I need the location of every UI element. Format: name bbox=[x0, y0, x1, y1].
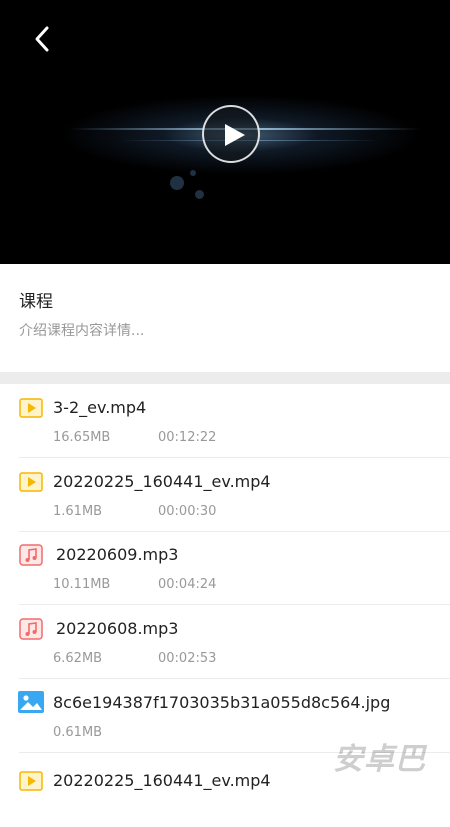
file-name: 20220225_160441_ev.mp4 bbox=[53, 771, 271, 790]
course-info bbox=[0, 264, 450, 372]
course-description: 介绍课程内容详情... bbox=[19, 323, 145, 339]
file-name: 20220608.mp3 bbox=[56, 619, 179, 638]
video-file-icon bbox=[19, 771, 43, 791]
video-file-icon bbox=[19, 398, 43, 418]
list-item[interactable]: 3-2_ev.mp4 16.65MB 00:12:22 bbox=[0, 384, 450, 458]
file-size: 0.61MB bbox=[53, 725, 103, 740]
list-item[interactable]: 20220225_160441_ev.mp4 1.61MB 00:00:30 bbox=[0, 458, 450, 532]
video-lens-dot bbox=[190, 170, 196, 176]
music-file-icon bbox=[19, 618, 43, 640]
list-item[interactable]: 20220609.mp3 10.11MB 00:04:24 bbox=[0, 531, 450, 605]
course-title: 课程 bbox=[19, 292, 53, 312]
play-icon bbox=[225, 124, 245, 146]
section-divider bbox=[0, 372, 450, 384]
chevron-left-icon bbox=[35, 26, 49, 52]
video-lens-dot bbox=[195, 190, 204, 199]
image-file-icon bbox=[18, 691, 44, 713]
file-name: 8c6e194387f1703035b31a055d8c564.jpg bbox=[53, 693, 391, 712]
file-size: 6.62MB bbox=[53, 651, 103, 666]
file-name: 20220225_160441_ev.mp4 bbox=[53, 472, 271, 491]
file-duration: 00:00:30 bbox=[158, 504, 217, 519]
watermark-logo: 安卓巴 bbox=[333, 742, 426, 777]
back-button[interactable] bbox=[28, 22, 60, 56]
file-name: 3-2_ev.mp4 bbox=[53, 398, 147, 417]
file-size: 10.11MB bbox=[53, 577, 111, 592]
file-duration: 00:02:53 bbox=[158, 651, 217, 666]
play-button[interactable] bbox=[202, 105, 260, 163]
music-file-icon bbox=[19, 544, 43, 566]
file-duration: 00:12:22 bbox=[158, 430, 217, 445]
video-lens-dot bbox=[170, 176, 184, 190]
file-size: 1.61MB bbox=[53, 504, 103, 519]
file-duration: 00:04:24 bbox=[158, 577, 217, 592]
file-name: 20220609.mp3 bbox=[56, 545, 179, 564]
list-item[interactable]: 20220608.mp3 6.62MB 00:02:53 bbox=[0, 605, 450, 679]
video-file-icon bbox=[19, 472, 43, 492]
file-size: 16.65MB bbox=[53, 430, 111, 445]
